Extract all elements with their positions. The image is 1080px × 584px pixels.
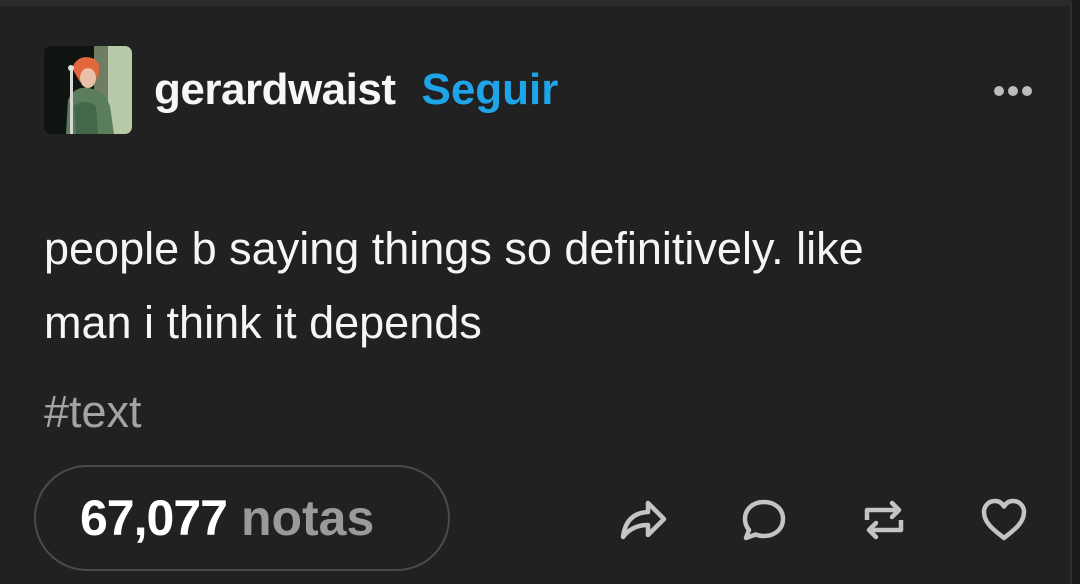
follow-button[interactable]: Seguir bbox=[421, 65, 558, 115]
like-button[interactable] bbox=[978, 494, 1030, 546]
tumblr-post: gerardwaist Seguir people b saying thing… bbox=[0, 0, 1072, 584]
avatar[interactable] bbox=[44, 46, 132, 134]
more-options-icon[interactable] bbox=[994, 86, 1032, 96]
post-header: gerardwaist Seguir bbox=[44, 46, 558, 134]
heart-icon bbox=[981, 498, 1027, 541]
post-actions bbox=[0, 494, 1072, 546]
reblog-icon bbox=[864, 500, 904, 540]
more-dot bbox=[994, 86, 1004, 96]
post-tag[interactable]: #text bbox=[44, 386, 142, 438]
post-body-line: people b saying things so definitively. … bbox=[44, 223, 864, 274]
post-body: people b saying things so definitively. … bbox=[44, 212, 1044, 360]
more-dot bbox=[1008, 86, 1018, 96]
post-body-line: man i think it depends bbox=[44, 297, 482, 348]
reply-button[interactable] bbox=[738, 494, 790, 546]
share-button[interactable] bbox=[617, 494, 669, 546]
reblog-button[interactable] bbox=[858, 494, 910, 546]
more-dot bbox=[1022, 86, 1032, 96]
blog-name[interactable]: gerardwaist bbox=[154, 65, 396, 115]
share-icon bbox=[620, 500, 667, 540]
avatar-image bbox=[44, 46, 132, 134]
reply-icon bbox=[742, 499, 786, 541]
